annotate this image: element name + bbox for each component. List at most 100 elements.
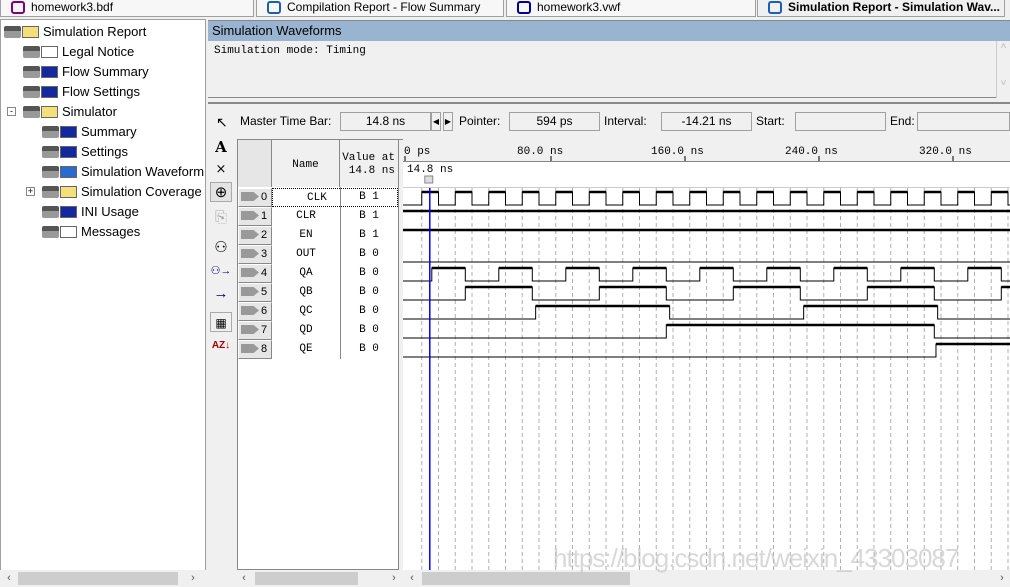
find-icon[interactable]: ⚇ [210, 238, 232, 258]
tree-item-label: Simulation Coverage [81, 184, 202, 199]
tree-item-label: Flow Summary [62, 64, 149, 79]
signal-index[interactable]: 3 [238, 245, 272, 264]
signal-name[interactable]: QB [272, 283, 340, 302]
watermark: https://blog.csdn.net/weixin_43303087 [553, 543, 959, 573]
signal-index[interactable]: 2 [238, 226, 272, 245]
document-icon [41, 46, 58, 58]
signal-index[interactable]: 6 [238, 302, 272, 321]
signal-index[interactable]: 5 [238, 283, 272, 302]
signal-name[interactable]: QE [272, 340, 340, 359]
snap-grid-icon[interactable]: ▦ [210, 312, 232, 332]
tree-item-label: Simulation Waveform [81, 164, 205, 179]
printer-icon [42, 206, 59, 218]
scroll-right-icon[interactable]: › [186, 570, 200, 586]
tree-item[interactable]: INI Usage [42, 202, 139, 222]
scroll-right-icon[interactable]: › [387, 570, 401, 586]
start-field[interactable] [795, 112, 886, 131]
tab-label: homework3.vwf [537, 0, 621, 14]
scroll-left-icon[interactable]: ‹ [2, 570, 16, 586]
tree-item[interactable]: - Simulator [7, 102, 117, 122]
table-icon [60, 126, 77, 138]
tree-item[interactable]: Summary [42, 122, 137, 142]
signal-index[interactable]: 1 [238, 207, 272, 226]
zoom-tool-icon[interactable]: ⊕ [210, 182, 232, 202]
master-time-bar-field[interactable]: 14.8 ns [340, 112, 431, 131]
signal-index[interactable]: 7 [238, 321, 272, 340]
tab-0[interactable]: homework3.bdf [0, 0, 254, 17]
tree-item[interactable]: Legal Notice [23, 42, 134, 62]
input-pin-icon [241, 230, 259, 239]
signal-value: B 0 [359, 267, 379, 279]
prev-arrow-button[interactable]: ◀ [431, 112, 441, 131]
next-arrow-button[interactable]: ▶ [443, 112, 453, 131]
waveform-display[interactable]: 0 ps 80.0 ns 160.0 ns 240.0 ns 320.0 ns 14.8 … [403, 140, 1010, 570]
tab-label: Compilation Report - Flow Summary [287, 0, 481, 14]
printer-icon [42, 226, 59, 238]
output-pin-icon [241, 306, 259, 315]
text-tool-icon[interactable]: A [210, 137, 232, 157]
interval-label: Interval: [604, 114, 647, 128]
pointer-label: Pointer: [459, 114, 501, 128]
name-header[interactable]: Name [272, 140, 340, 187]
expand-icon[interactable]: + [26, 187, 35, 196]
signal-name[interactable]: OUT [272, 245, 340, 264]
panel-title: Simulation Waveforms [208, 20, 1010, 41]
waveform-editing-tool-icon[interactable]: ⨯ [210, 159, 232, 179]
tree-item[interactable]: Simulation Report [4, 22, 146, 42]
tree-item-label: Settings [81, 144, 128, 159]
tree-item-label: Flow Settings [62, 84, 141, 99]
start-label: Start: [756, 114, 785, 128]
signal-name[interactable]: CLR [272, 207, 340, 226]
tab-3[interactable]: Simulation Report - Simulation Wav... [757, 0, 1005, 17]
selection-tool-icon[interactable]: ↖ [216, 114, 228, 131]
signal-index[interactable]: 8 [238, 340, 272, 359]
goto-icon[interactable]: → [210, 284, 232, 304]
splitter[interactable] [208, 98, 1010, 104]
signal-name[interactable]: QD [272, 321, 340, 340]
signal-name[interactable]: QA [272, 264, 340, 283]
signal-name[interactable]: EN [272, 226, 340, 245]
scroll-thumb[interactable] [18, 572, 178, 585]
tab-label: Simulation Report - Simulation Wav... [788, 0, 1001, 14]
master-time-bar-label: Master Time Bar: [240, 114, 332, 128]
value-header[interactable]: Value at 14.8 ns [340, 140, 398, 187]
tree-hscrollbar[interactable]: ‹ › [0, 570, 206, 587]
tree-item[interactable]: Flow Settings [23, 82, 140, 102]
tab-1[interactable]: Compilation Report - Flow Summary [256, 0, 504, 17]
interval-field: -14.21 ns [661, 112, 752, 131]
tab-2[interactable]: homework3.vwf [506, 0, 756, 17]
collapse-icon[interactable]: - [7, 107, 16, 116]
tree-item[interactable]: Simulation Waveform [42, 162, 204, 182]
signal-value: B 0 [359, 248, 379, 260]
find-next-icon[interactable]: ⚇→ [210, 261, 232, 281]
signal-name[interactable]: QC [272, 302, 340, 321]
table-icon [41, 66, 58, 78]
signal-index[interactable]: 4 [238, 264, 272, 283]
scroll-left-icon[interactable]: ‹ [237, 570, 251, 586]
table-icon [60, 146, 77, 158]
scroll-left-icon[interactable]: ‹ [405, 570, 419, 586]
tree-item[interactable]: Messages [42, 222, 140, 242]
copy-icon[interactable]: ⎘ [210, 208, 232, 228]
tree-item[interactable]: Settings [42, 142, 128, 162]
scroll-thumb[interactable] [255, 572, 358, 585]
sort-icon[interactable]: AZ↓ [210, 336, 232, 356]
tree-item[interactable]: + Simulation Coverage [26, 182, 202, 202]
end-field[interactable] [917, 112, 1010, 131]
tree-item[interactable]: Flow Summary [23, 62, 149, 82]
tree-item-label: Simulator [62, 104, 117, 119]
folder-icon [60, 186, 77, 198]
printer-icon [42, 146, 59, 158]
info-icon [60, 226, 77, 238]
printer-icon [42, 126, 59, 138]
input-pin-icon [241, 211, 259, 220]
scroll-right-icon[interactable]: › [995, 570, 1009, 586]
report-tree: Simulation Report Legal Notice Flow Summar… [0, 19, 206, 587]
signal-index[interactable]: 0 [238, 188, 272, 207]
names-hscrollbar[interactable]: ‹ › [237, 570, 403, 587]
mode-vscrollbar[interactable]: ˄ ˅ [996, 41, 1010, 98]
signal-value: B 1 [359, 191, 379, 203]
output-pin-icon [241, 344, 259, 353]
table-icon [41, 86, 58, 98]
signal-value: B 0 [359, 305, 379, 317]
